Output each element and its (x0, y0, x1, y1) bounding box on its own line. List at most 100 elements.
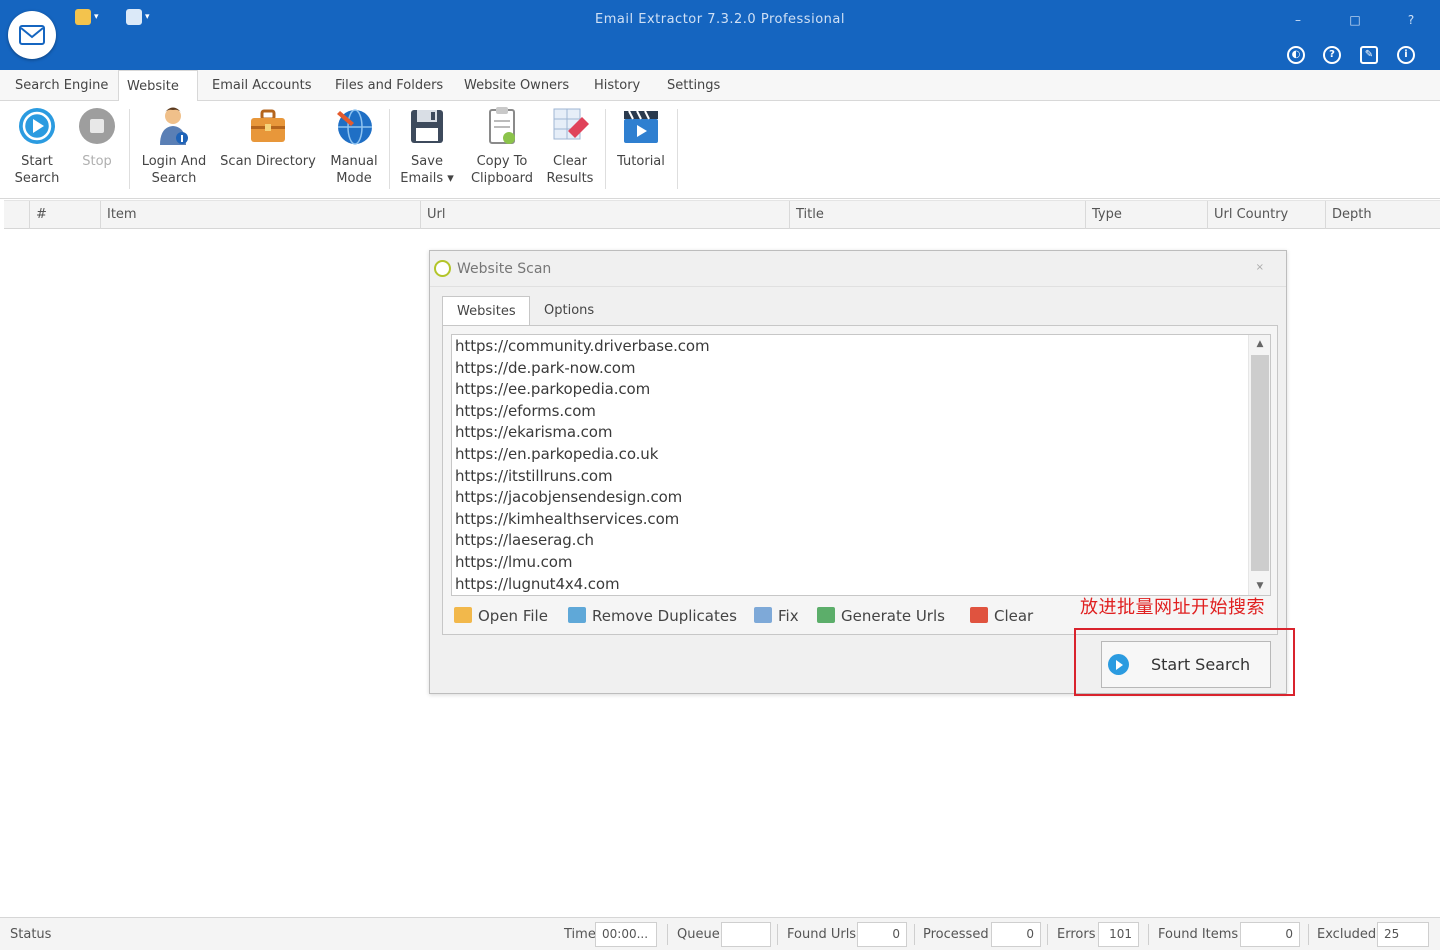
tab-history[interactable]: History (586, 70, 648, 101)
generate-urls-button[interactable]: Generate Urls (817, 604, 945, 628)
column-header-url[interactable]: Url (421, 201, 790, 229)
login-and-search-button[interactable]: Login And Search (138, 105, 210, 187)
errors-value: 101 (1098, 922, 1139, 947)
url-line: https://eforms.com (455, 401, 596, 420)
tab-websites[interactable]: Websites (442, 296, 530, 326)
tab-options[interactable]: Options (530, 296, 608, 326)
found-items-value: 0 (1240, 922, 1300, 947)
time-label: Time (564, 927, 596, 942)
generate-urls-label: Generate Urls (841, 607, 945, 625)
status-separator (914, 924, 915, 945)
play-circle-icon (1108, 654, 1129, 675)
tab-website-owners[interactable]: Website Owners (456, 70, 577, 101)
queue-label: Queue (677, 927, 720, 942)
tab-files-and-folders[interactable]: Files and Folders (327, 70, 451, 101)
clear-label: Clear (994, 607, 1034, 625)
status-separator (777, 924, 778, 945)
clipboard-icon (482, 105, 522, 147)
ribbon-separator (605, 109, 606, 189)
start-search-label: Start Search (14, 154, 60, 186)
open-file-label: Open File (478, 607, 548, 625)
help-window-button[interactable]: ? (1399, 10, 1423, 30)
tutorial-button[interactable]: Tutorial (612, 105, 670, 170)
tab-email-accounts[interactable]: Email Accounts (204, 70, 319, 101)
ribbon-separator (129, 109, 130, 189)
open-file-button[interactable]: Open File (454, 604, 548, 628)
found-urls-label: Found Urls (787, 927, 857, 942)
help-icon[interactable]: ? (1323, 46, 1341, 64)
info-icon[interactable]: i (1397, 46, 1415, 64)
errors-label: Errors (1057, 927, 1096, 942)
remove-duplicates-button[interactable]: Remove Duplicates (568, 604, 737, 628)
scrollbar-thumb[interactable] (1251, 355, 1269, 571)
column-header-type[interactable]: Type (1086, 201, 1208, 229)
minimize-button[interactable]: – (1286, 10, 1310, 30)
url-line: https://laeserag.ch (455, 531, 594, 550)
url-line: https://itstillruns.com (455, 466, 613, 485)
title-bar: ▾ ▾ Email Extractor 7.3.2.0 Professional… (0, 0, 1440, 70)
column-header-number[interactable]: # (30, 201, 101, 229)
processed-value: 0 (991, 922, 1041, 947)
stop-ribbon-button[interactable]: Stop (72, 105, 122, 170)
url-line: https://jacobjensendesign.com (455, 488, 683, 507)
stop-circle-icon (77, 105, 117, 147)
wrench-icon (754, 607, 772, 623)
scan-directory-label: Scan Directory (220, 154, 316, 169)
dialog-title-bar: Website Scan × (430, 251, 1286, 287)
status-separator (1308, 924, 1309, 945)
url-line: https://lugnut4x4.com (455, 574, 620, 593)
ribbon-toolbar: Start Search Stop Login And Search Scan … (0, 101, 1440, 199)
url-list-textarea[interactable]: https://community.driverbase.com https:/… (451, 334, 1271, 596)
dialog-title: Website Scan (457, 261, 552, 277)
duplicates-icon (568, 607, 586, 623)
red-annotation-text: 放进批量网址开始搜索 (1080, 597, 1265, 618)
column-header-depth[interactable]: Depth (1326, 201, 1440, 229)
maximize-button[interactable]: □ (1343, 10, 1367, 30)
globe-pen-icon (334, 105, 374, 147)
tab-search-engine[interactable]: Search Engine (7, 70, 116, 101)
tab-website[interactable]: Website (118, 70, 198, 102)
found-items-label: Found Items (1158, 927, 1239, 942)
palette-icon[interactable]: ◐ (1287, 46, 1305, 64)
url-line: https://lmu.com (455, 552, 573, 571)
scan-directory-button[interactable]: Scan Directory (218, 105, 318, 170)
url-line: https://en.parkopedia.co.uk (455, 444, 659, 463)
clear-results-button[interactable]: Clear Results (542, 105, 598, 187)
copy-to-clipboard-button[interactable]: Copy To Clipboard (466, 105, 538, 187)
film-clapper-icon (621, 105, 661, 147)
user-key-icon (154, 105, 194, 147)
scroll-up-arrow-icon[interactable]: ▲ (1249, 335, 1271, 353)
start-search-button[interactable]: Start Search (1101, 641, 1271, 688)
fix-label: Fix (778, 607, 799, 625)
results-grid-header: # Item Url Title Type Url Country Depth (4, 200, 1440, 229)
edit-icon[interactable]: ✎ (1360, 46, 1378, 64)
play-circle-icon (17, 105, 57, 147)
column-header-title[interactable]: Title (790, 201, 1086, 229)
fix-button[interactable]: Fix (754, 604, 799, 628)
copy-to-clipboard-label: Copy To Clipboard (470, 154, 534, 186)
tab-settings[interactable]: Settings (659, 70, 728, 101)
dialog-close-button[interactable]: × (1256, 262, 1264, 273)
ribbon-tabs: Search Engine Website Email Accounts Fil… (0, 70, 1440, 102)
url-line: https://community.driverbase.com (455, 337, 710, 355)
ribbon-separator (389, 109, 390, 189)
columns-icon (817, 607, 835, 623)
excluded-label: Excluded (1317, 927, 1377, 942)
dialog-app-icon (434, 260, 451, 277)
eraser-icon (550, 105, 590, 147)
tutorial-label: Tutorial (617, 154, 665, 169)
clear-button[interactable]: Clear (970, 604, 1033, 628)
save-emails-label: Save Emails ▾ (400, 154, 454, 186)
status-separator (1047, 924, 1048, 945)
column-header-item[interactable]: Item (101, 201, 421, 229)
start-search-ribbon-button[interactable]: Start Search (8, 105, 66, 187)
briefcase-icon (248, 105, 288, 147)
vertical-scrollbar[interactable]: ▲ ▼ (1248, 335, 1270, 595)
save-emails-button[interactable]: Save Emails ▾ (398, 105, 456, 187)
folder-icon (454, 607, 472, 623)
status-separator (1148, 924, 1149, 945)
processed-label: Processed (923, 927, 989, 942)
column-header-url-country[interactable]: Url Country (1208, 201, 1326, 229)
manual-mode-button[interactable]: Manual Mode (326, 105, 382, 187)
found-urls-value: 0 (857, 922, 907, 947)
